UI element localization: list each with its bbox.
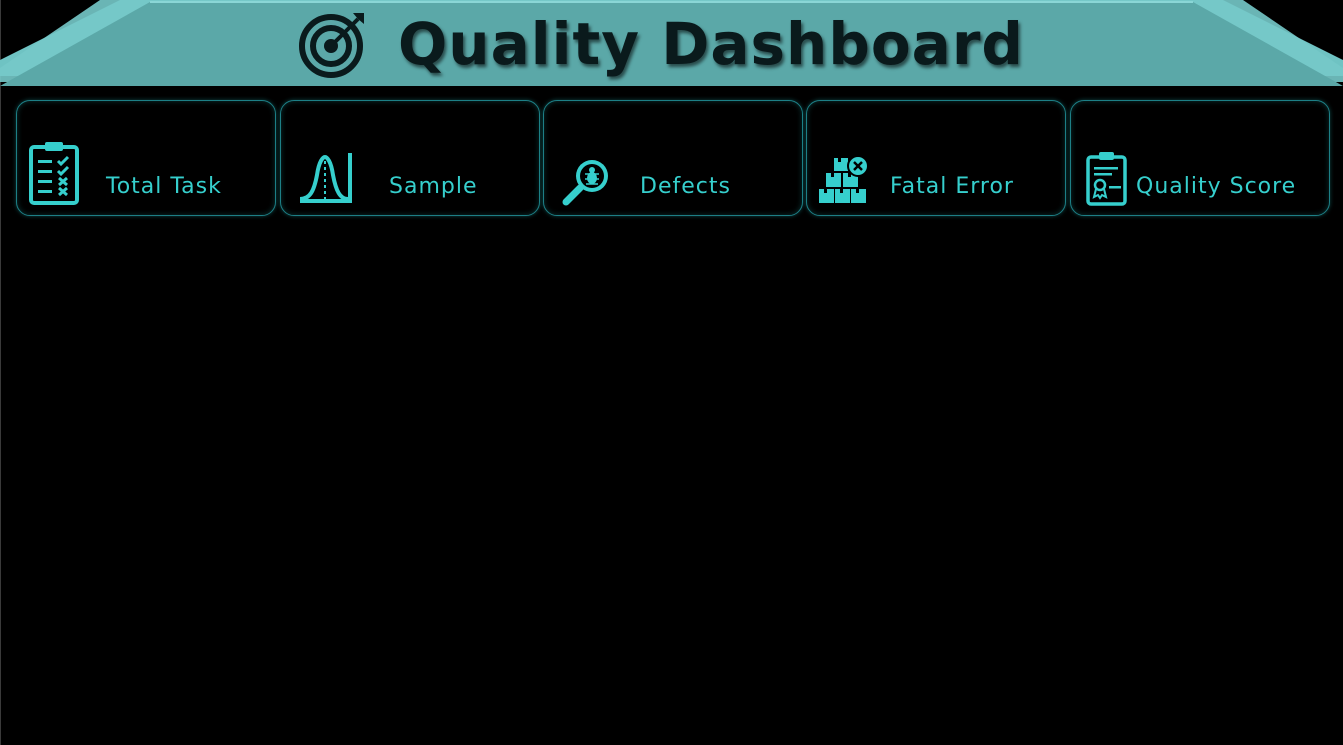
kpi-card-sample[interactable]: Sample xyxy=(280,100,540,216)
kpi-card-label: Total Task xyxy=(106,174,222,199)
clipboard-checklist-icon xyxy=(29,142,79,205)
kpi-card-fatal-error[interactable]: Fatal Error xyxy=(806,100,1066,216)
kpi-card-total-task[interactable]: Total Task xyxy=(16,100,276,216)
page-title: Quality Dashboard xyxy=(398,10,1024,78)
dashboard-page: Quality Dashboard Total Task Sample Defe… xyxy=(0,0,1343,745)
clipboard-certificate-icon xyxy=(1086,152,1127,206)
kpi-card-label: Quality Score xyxy=(1136,174,1297,199)
kpi-card-label: Sample xyxy=(389,174,478,199)
magnifier-bug-icon xyxy=(562,160,608,206)
kpi-card-quality-score[interactable]: Quality Score xyxy=(1070,100,1330,216)
kpi-cards: Total Task Sample Defects Fatal Error Qu… xyxy=(16,100,1330,218)
header-banner: Quality Dashboard xyxy=(0,0,1343,92)
dashboard-body xyxy=(1,230,1343,745)
kpi-card-label: Defects xyxy=(640,174,731,199)
kpi-card-defects[interactable]: Defects xyxy=(543,100,803,216)
kpi-card-label: Fatal Error xyxy=(890,174,1014,199)
title-group: Quality Dashboard xyxy=(298,8,1024,80)
boxes-error-icon xyxy=(819,155,869,203)
bell-curve-icon xyxy=(299,153,352,203)
target-icon xyxy=(299,13,364,78)
